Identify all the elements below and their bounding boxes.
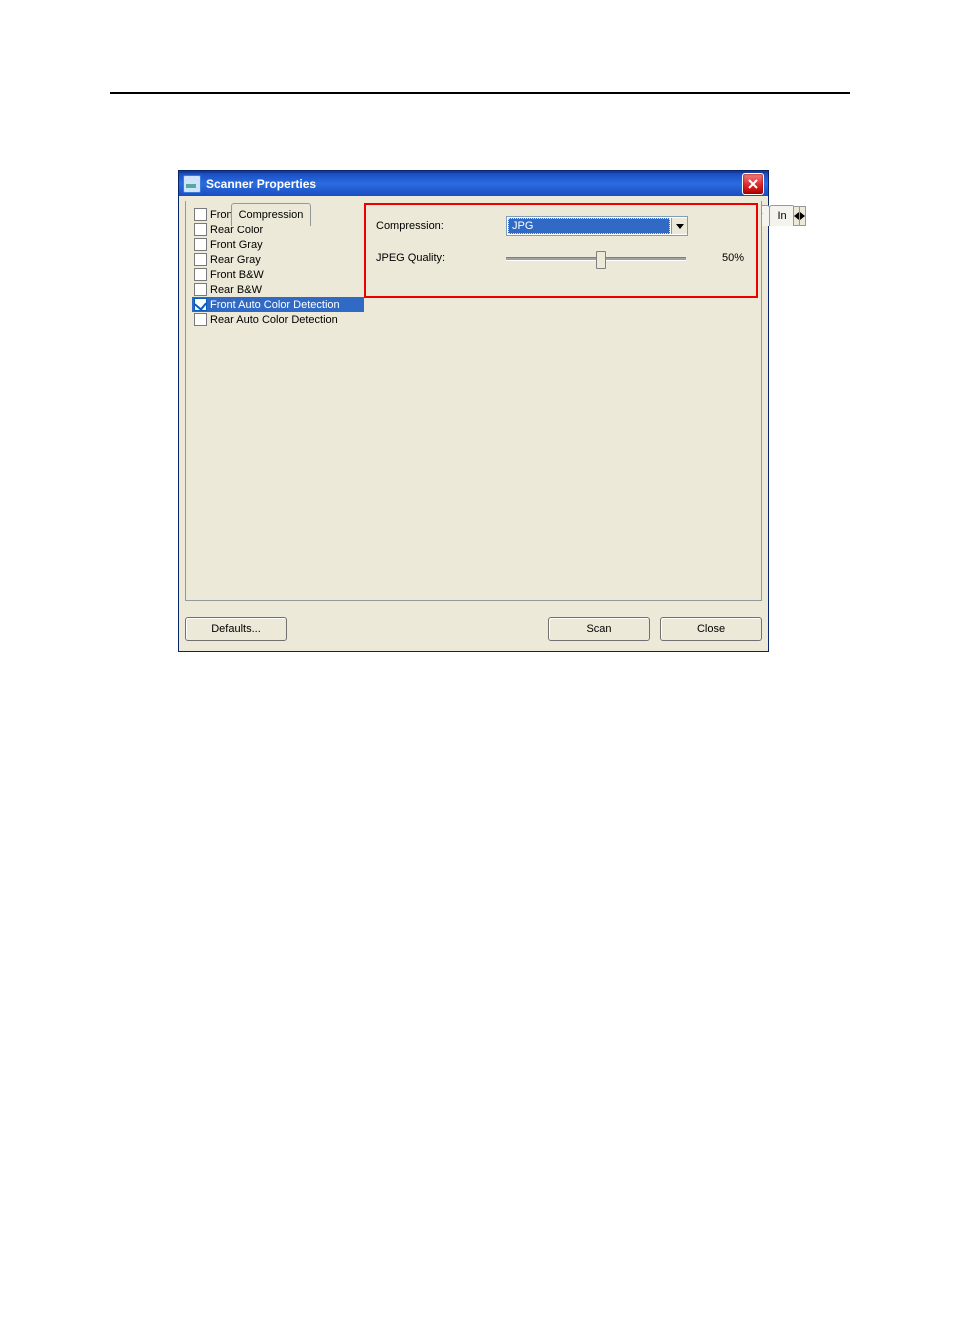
list-item-label: Rear B&W bbox=[210, 284, 262, 296]
defaults-button[interactable]: Defaults... bbox=[185, 617, 287, 641]
quality-row: JPEG Quality: 50% bbox=[376, 247, 746, 269]
list-item[interactable]: Rear Auto Color Detection bbox=[192, 312, 364, 327]
list-item[interactable]: Front B&W bbox=[192, 267, 364, 282]
title-left: Scanner Properties bbox=[183, 175, 316, 193]
dropdown-button[interactable] bbox=[671, 218, 687, 234]
app-icon bbox=[183, 175, 201, 193]
button-label: Close bbox=[697, 623, 725, 635]
tab-compression[interactable]: Compression bbox=[231, 203, 312, 226]
quality-label: JPEG Quality: bbox=[376, 252, 506, 264]
button-label: Scan bbox=[586, 623, 611, 635]
button-label: Defaults... bbox=[211, 623, 261, 635]
list-item[interactable]: Rear Gray bbox=[192, 252, 364, 267]
checkbox[interactable] bbox=[194, 208, 207, 221]
tab-client-area: Front Color Rear Color Front Gray Rear G… bbox=[185, 201, 762, 601]
checkbox[interactable] bbox=[194, 298, 207, 311]
compression-dropdown[interactable]: JPG bbox=[506, 216, 688, 236]
window-title: Scanner Properties bbox=[206, 177, 316, 191]
compression-row: Compression: JPG bbox=[376, 215, 746, 237]
list-item[interactable]: Rear B&W bbox=[192, 282, 364, 297]
list-item-label: Rear Gray bbox=[210, 254, 261, 266]
page-divider bbox=[110, 92, 850, 94]
close-button[interactable]: Close bbox=[660, 617, 762, 641]
list-item-label: Front B&W bbox=[210, 269, 264, 281]
tab-scroll-right-button[interactable] bbox=[799, 206, 806, 226]
title-bar[interactable]: Scanner Properties bbox=[179, 171, 768, 196]
checkbox[interactable] bbox=[194, 313, 207, 326]
checkbox[interactable] bbox=[194, 253, 207, 266]
list-item[interactable]: Front Auto Color Detection bbox=[192, 297, 364, 312]
checkbox[interactable] bbox=[194, 283, 207, 296]
checkbox[interactable] bbox=[194, 268, 207, 281]
dropdown-selected-value: JPG bbox=[508, 218, 670, 234]
button-bar: Defaults... Scan Close bbox=[185, 617, 762, 641]
jpeg-quality-slider[interactable] bbox=[506, 249, 686, 267]
compression-label: Compression: bbox=[376, 220, 506, 232]
quality-value: 50% bbox=[714, 252, 744, 264]
close-icon[interactable] bbox=[742, 173, 764, 195]
list-item-label: Front Auto Color Detection bbox=[210, 299, 340, 311]
chevron-down-icon bbox=[676, 224, 684, 229]
list-item[interactable]: Front Gray bbox=[192, 237, 364, 252]
checkbox[interactable] bbox=[194, 238, 207, 251]
tab-label: In bbox=[777, 210, 786, 222]
list-item-label: Front Gray bbox=[210, 239, 263, 251]
chevron-right-icon bbox=[800, 212, 805, 220]
image-type-list: Front Color Rear Color Front Gray Rear G… bbox=[192, 207, 364, 567]
checkbox[interactable] bbox=[194, 223, 207, 236]
tab-overflow[interactable]: In bbox=[769, 205, 794, 226]
compression-panel-highlight: Compression: JPG JPEG Quality: 50% bbox=[364, 203, 758, 298]
scanner-properties-window: Scanner Properties Image Compression Col… bbox=[178, 170, 769, 652]
slider-thumb[interactable] bbox=[596, 251, 606, 269]
scan-button[interactable]: Scan bbox=[548, 617, 650, 641]
list-item-label: Rear Auto Color Detection bbox=[210, 314, 338, 326]
tab-label: Compression bbox=[239, 209, 304, 221]
